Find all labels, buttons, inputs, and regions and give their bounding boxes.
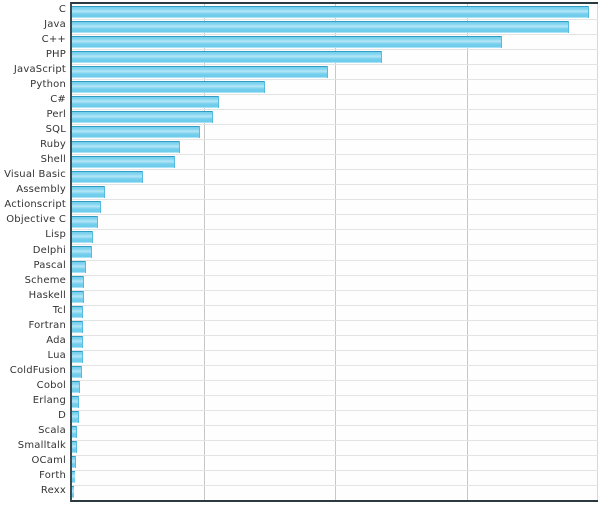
category-label: Haskell	[28, 289, 66, 301]
category-label: Java	[44, 19, 66, 31]
category-label: Actionscript	[4, 199, 66, 211]
category-label: C	[58, 4, 66, 15]
gridline-horizontal	[72, 439, 598, 441]
category-label: C#	[50, 94, 66, 106]
gridline-horizontal	[72, 229, 598, 231]
bar-c	[72, 5, 589, 18]
gridline-horizontal	[72, 274, 598, 276]
bar-rexx	[72, 486, 74, 499]
bar-objective-c	[72, 215, 99, 228]
category-label: C++	[41, 34, 66, 46]
bar-lisp	[72, 230, 94, 243]
gridline-horizontal	[72, 199, 598, 201]
bar-delphi	[72, 246, 92, 258]
bar-scheme	[72, 276, 84, 289]
category-label: OCaml	[31, 454, 66, 466]
gridline-horizontal	[72, 484, 598, 486]
bar-ada	[72, 336, 83, 349]
category-label: D	[58, 409, 66, 421]
bar-ocaml	[72, 456, 76, 469]
gridline-horizontal	[72, 454, 598, 456]
bar-d	[72, 411, 79, 424]
bar-actionscript	[72, 200, 101, 213]
bar-assembly	[72, 185, 105, 198]
bar-cobol	[72, 381, 80, 394]
category-label: Python	[30, 79, 66, 91]
category-label: Pascal	[33, 259, 66, 271]
category-label: Erlang	[32, 394, 66, 406]
category-label: Scheme	[24, 274, 66, 286]
gridline-horizontal	[72, 469, 598, 471]
gridline-horizontal	[72, 184, 598, 186]
category-label: Ruby	[40, 139, 66, 151]
gridline-horizontal	[72, 304, 598, 306]
bar-forth	[72, 471, 75, 484]
gridline-horizontal	[72, 319, 598, 321]
category-label: Visual Basic	[4, 169, 66, 181]
category-axis-labels: C Java C++ PHP JavaScript Python C# Perl SQL Ruby…	[0, 0, 68, 518]
gridline-horizontal	[72, 244, 598, 246]
category-label: Forth	[39, 469, 66, 481]
category-label: Tcl	[52, 304, 66, 316]
bar-ruby	[72, 140, 180, 153]
gridline-horizontal	[72, 214, 598, 216]
bar-perl	[72, 110, 213, 123]
gridline-horizontal	[72, 349, 598, 351]
gridline-horizontal	[72, 289, 598, 291]
category-label: Lua	[47, 349, 66, 361]
bar-visual-basic	[72, 170, 143, 183]
bar-shell	[72, 155, 175, 168]
gridline-horizontal	[72, 424, 598, 426]
bar-pascal	[72, 261, 87, 274]
bar-sql	[72, 125, 200, 138]
gridline-horizontal	[72, 334, 598, 336]
bar-coldfusion	[72, 366, 82, 379]
gridline-horizontal	[72, 409, 598, 411]
category-label: Shell	[40, 154, 66, 166]
bar-lua	[72, 351, 83, 364]
category-label: Fortran	[28, 319, 66, 331]
bar-c-	[72, 95, 220, 108]
bar-python	[72, 80, 266, 93]
category-label: Ada	[46, 334, 66, 346]
category-label: Scala	[38, 424, 66, 436]
category-label: Objective C	[6, 214, 66, 226]
category-label: Lisp	[45, 229, 66, 241]
bar-java	[72, 20, 570, 33]
category-label: Smalltalk	[17, 439, 66, 451]
bar-erlang	[72, 396, 80, 409]
bar-smalltalk	[72, 441, 78, 454]
bar-tcl	[72, 306, 83, 319]
category-label: SQL	[45, 124, 66, 136]
gridline-horizontal	[72, 394, 598, 396]
bar-javascript	[72, 65, 329, 78]
category-label: Rexx	[40, 484, 66, 496]
category-label: JavaScript	[13, 64, 66, 76]
gridline-horizontal	[72, 169, 598, 171]
bar-fortran	[72, 321, 83, 334]
category-label: PHP	[45, 49, 66, 61]
gridline-horizontal	[72, 259, 598, 261]
bar-scala	[72, 426, 78, 439]
category-label: Assembly	[16, 184, 66, 196]
bar-c-	[72, 35, 502, 48]
category-label: Delphi	[32, 244, 66, 256]
bar-php	[72, 50, 383, 63]
category-label: Perl	[46, 109, 66, 121]
bar-haskell	[72, 291, 84, 304]
bar-chart: C Java C++ PHP JavaScript Python C# Perl SQL Ruby…	[0, 0, 600, 518]
category-label: Cobol	[36, 379, 66, 391]
category-label: ColdFusion	[9, 364, 66, 376]
gridline-horizontal	[72, 379, 598, 381]
gridline-horizontal	[72, 364, 598, 366]
plot-area	[70, 2, 598, 502]
